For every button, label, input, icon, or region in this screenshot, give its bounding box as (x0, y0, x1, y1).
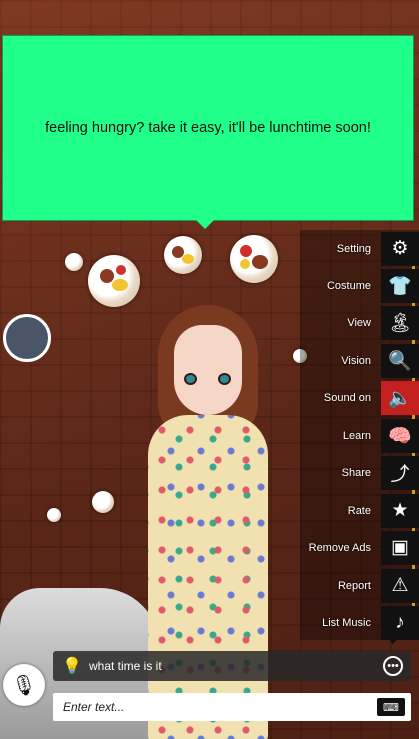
menu-item-setting[interactable]: Setting ⚙ (280, 230, 419, 267)
menu-item-label: View (347, 316, 371, 329)
right-eye (218, 373, 231, 385)
menu-item-sound[interactable]: Sound on 🔈 (280, 379, 419, 416)
beach-view-icon[interactable]: 🏝 (381, 305, 419, 340)
menu-item-label: Learn (342, 429, 371, 442)
left-eye (184, 373, 197, 385)
menu-item-label: Rate (347, 504, 371, 517)
suggestion-text[interactable]: what time is it (89, 659, 383, 673)
food-plate (88, 255, 140, 307)
microphone-icon[interactable]: 🎙 (3, 664, 45, 706)
star-icon[interactable]: ★ (381, 493, 419, 528)
menu-item-share[interactable]: Share ⤴ (280, 454, 419, 491)
shirt-icon[interactable]: 👕 (381, 268, 419, 303)
menu-item-label: List Music (322, 616, 371, 629)
menu-item-label: Setting (336, 242, 371, 255)
keyboard-icon[interactable]: ⌨ (377, 698, 405, 716)
menu-item-label: Remove Ads (308, 541, 371, 554)
music-note-icon[interactable]: ♪ (381, 605, 419, 640)
menu-item-label: Vision (341, 354, 371, 367)
record-button[interactable] (3, 314, 51, 362)
chat-input-bar: ⌨ (53, 693, 411, 721)
character-pajamas (148, 415, 268, 739)
menu-item-label: Sound on (323, 391, 371, 404)
food-plate (230, 235, 278, 283)
menu-expand-arrow-icon[interactable] (386, 636, 400, 644)
no-ads-icon[interactable]: ▣ (381, 530, 419, 565)
menu-item-learn[interactable]: Learn 🧠 (280, 417, 419, 454)
menu-item-remove-ads[interactable]: Remove Ads ▣ (280, 529, 419, 566)
menu-item-vision[interactable]: Vision 🔍 (280, 342, 419, 379)
chat-text-input[interactable] (61, 699, 377, 715)
menu-item-label: Share (341, 466, 371, 479)
speech-bubble-text: feeling hungry? take it easy, it'll be l… (45, 120, 371, 136)
food-plate (164, 236, 202, 274)
speech-bubble-tail (196, 220, 214, 229)
food-plate (47, 508, 61, 522)
warning-icon[interactable]: ⚠ (381, 568, 419, 603)
menu-item-label: Costume (326, 279, 371, 292)
more-options-icon[interactable]: ••• (383, 656, 403, 676)
speaker-icon[interactable]: 🔈 (381, 380, 419, 415)
menu-item-label: Report (337, 579, 371, 592)
character-face (174, 325, 242, 415)
menu-item-view[interactable]: View 🏝 (280, 304, 419, 341)
brain-head-icon[interactable]: 🧠 (381, 418, 419, 453)
lightbulb-icon: 💡 (62, 658, 82, 675)
menu-item-rate[interactable]: Rate ★ (280, 492, 419, 529)
zoom-out-icon[interactable]: 🔍 (381, 343, 419, 378)
share-icon[interactable]: ⤴ (381, 455, 419, 490)
suggestion-bar[interactable]: 💡 what time is it ••• (53, 651, 411, 681)
food-plate (92, 491, 114, 513)
speech-bubble: feeling hungry? take it easy, it'll be l… (2, 35, 414, 221)
menu-item-report[interactable]: Report ⚠ (280, 567, 419, 604)
menu-item-costume[interactable]: Costume 👕 (280, 267, 419, 304)
food-plate (65, 253, 83, 271)
gear-icon[interactable]: ⚙ (381, 231, 419, 266)
